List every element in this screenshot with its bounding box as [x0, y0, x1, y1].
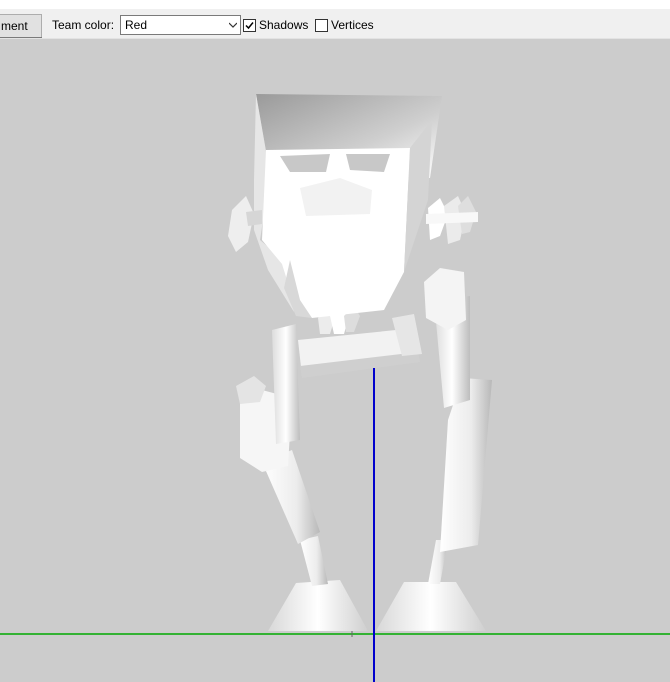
robot-model	[228, 94, 492, 631]
team-color-value: Red	[125, 18, 148, 32]
window-top-strip	[0, 0, 670, 9]
right-side-gun	[426, 196, 478, 244]
left-ankle	[300, 536, 328, 586]
right-foot	[376, 582, 486, 631]
viewer-toolbar: ment Team color: Red Shadows Vertices	[0, 9, 670, 39]
team-color-select[interactable]: Red	[120, 15, 241, 35]
team-color-label: Team color:	[52, 18, 115, 32]
model-viewport[interactable]	[0, 39, 670, 682]
shadows-label: Shadows	[259, 18, 309, 32]
vertices-label: Vertices	[331, 18, 374, 32]
left-foot	[268, 580, 368, 631]
chevron-down-icon	[229, 22, 237, 28]
tab-underline	[0, 37, 42, 38]
shadows-checkbox[interactable]	[243, 19, 256, 32]
tab-button-label: ment	[1, 19, 28, 33]
tab-button[interactable]: ment	[0, 14, 42, 38]
checkmark-icon	[245, 22, 254, 30]
right-eye-slit	[346, 154, 390, 172]
vertices-checkbox[interactable]	[315, 19, 328, 32]
right-hip-block	[424, 268, 466, 330]
left-upper-leg	[272, 324, 300, 444]
